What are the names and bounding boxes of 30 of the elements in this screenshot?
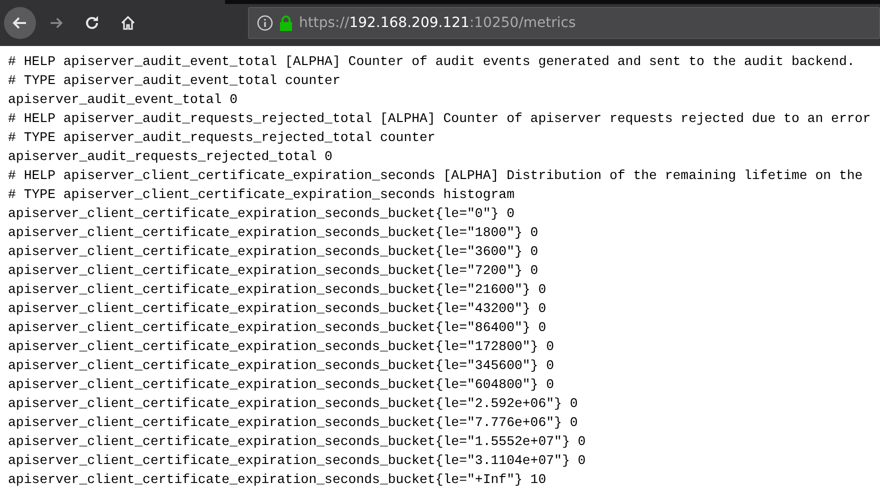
metrics-line: # TYPE apiserver_audit_requests_rejected_total counter <box>8 129 436 147</box>
metrics-line: apiserver_client_certificate_expiration_seconds_bucket{le="2.592e+06"} 0 <box>8 395 578 413</box>
metrics-line: apiserver_client_certificate_expiration_seconds_bucket{le="+Inf"} 10 <box>8 471 546 489</box>
metrics-line: apiserver_client_certificate_expiration_seconds_bucket{le="7.776e+06"} 0 <box>8 414 578 432</box>
lock-icon <box>279 15 293 31</box>
reload-icon <box>84 15 100 31</box>
metrics-line: apiserver_client_certificate_expiration_seconds_bucket{le="1.5552e+07"} 0 <box>8 433 586 451</box>
metrics-line: apiserver_audit_requests_rejected_total 0 <box>8 148 332 166</box>
info-icon[interactable] <box>257 15 273 31</box>
metrics-line: # HELP apiserver_audit_requests_rejected_total [ALPHA] Counter of apiserver requests rejected due to an error <box>8 110 871 128</box>
metrics-line: apiserver_client_certificate_expiration_seconds_bucket{le="0"} 0 <box>8 205 514 223</box>
metrics-line: apiserver_client_certificate_expiration_seconds_bucket{le="43200"} 0 <box>8 300 546 318</box>
metrics-line: apiserver_client_certificate_expiration_seconds_bucket{le="21600"} 0 <box>8 281 546 299</box>
metrics-line: apiserver_audit_event_total 0 <box>8 91 238 109</box>
metrics-line: apiserver_client_certificate_expiration_seconds_bucket{le="86400"} 0 <box>8 319 546 337</box>
metrics-line: # HELP apiserver_client_certificate_expiration_seconds [ALPHA] Distribution of the remaining lifetime on the <box>8 167 863 185</box>
metrics-line: apiserver_client_certificate_expiration_seconds_bucket{le="3600"} 0 <box>8 243 538 261</box>
metrics-line: # TYPE apiserver_client_certificate_expiration_seconds histogram <box>8 186 514 204</box>
metrics-line: apiserver_client_certificate_expiration_seconds_bucket{le="3.1104e+07"} 0 <box>8 452 586 470</box>
metrics-line: apiserver_client_certificate_expiration_seconds_bucket{le="1800"} 0 <box>8 224 538 242</box>
address-bar[interactable]: https://192.168.209.121:10250/metrics <box>248 7 880 39</box>
home-icon <box>120 15 136 31</box>
metrics-line: apiserver_client_certificate_expiration_seconds_bucket{le="172800"} 0 <box>8 338 554 356</box>
metrics-line: apiserver_client_certificate_expiration_seconds_bucket{le="604800"} 0 <box>8 376 554 394</box>
url-text: https://192.168.209.121:10250/metrics <box>299 15 576 31</box>
metrics-line: apiserver_client_certificate_expiration_seconds_bucket{le="345600"} 0 <box>8 357 554 375</box>
metrics-line: apiserver_client_certificate_expiration_seconds_bucket{le="7200"} 0 <box>8 262 538 280</box>
metrics-line: # HELP apiserver_audit_event_total [ALPHA] Counter of audit events generated and sent to the audit backend. <box>8 53 855 71</box>
metrics-line: # TYPE apiserver_audit_event_total counter <box>8 72 340 90</box>
back-button[interactable] <box>4 7 36 39</box>
